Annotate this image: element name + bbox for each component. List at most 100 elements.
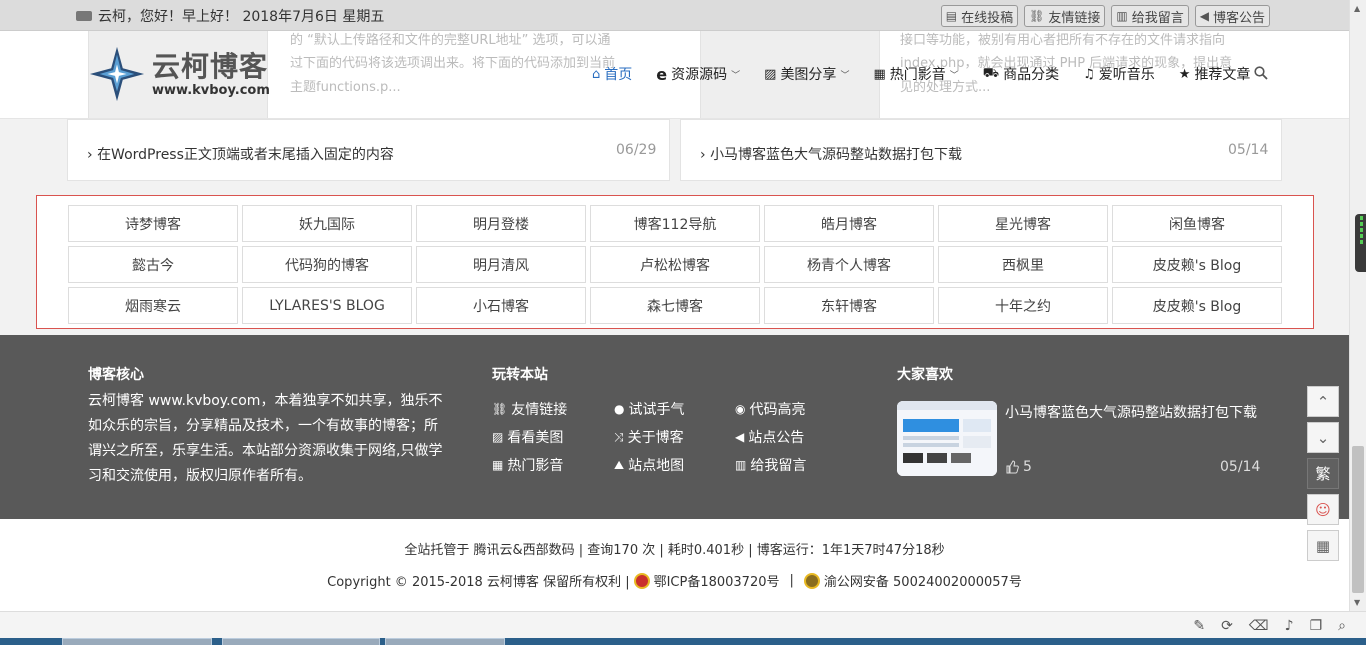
search-icon[interactable] (1254, 66, 1268, 80)
taskbar-button[interactable] (62, 638, 212, 645)
separator: | (789, 573, 794, 588)
footer-about-text: 云柯博客 www.kvboy.com，本着独享不如共享，独乐不如众乐的宗旨，分享… (88, 393, 443, 484)
top-link-friends[interactable]: ⛓ 友情链接 (1024, 5, 1106, 27)
footer-link-friends[interactable]: ⛓ 友情链接 (492, 399, 567, 419)
pin-icon[interactable]: ✎ (1193, 618, 1205, 634)
friend-link[interactable]: 博客112导航 (590, 205, 760, 242)
favorite-likes[interactable]: 5 (1005, 459, 1032, 475)
friend-link[interactable]: 代码狗的博客 (242, 246, 412, 283)
top-links: ▤ 在线投稿 ⛓ 友情链接 ▥ 给我留言 ◀ 博客公告 (940, 5, 1270, 27)
friend-link[interactable]: 诗梦博客 (68, 205, 238, 242)
footer-link-about[interactable]: ⤨ 关于博客 (614, 427, 684, 447)
nav-music[interactable]: ♫ 爱听音乐 (1071, 64, 1167, 84)
site-logo[interactable]: 云柯博客 www.kvboy.com (88, 45, 270, 103)
favorite-thumbnail[interactable] (897, 401, 997, 476)
chevron-down-icon: ﹀ (731, 70, 741, 81)
search-icon[interactable]: ⌕ (1338, 618, 1346, 634)
friend-link[interactable]: 十年之约 (938, 287, 1108, 324)
footer-link-label: 热门影音 (507, 458, 564, 474)
link-icon: ⛓ (492, 402, 508, 416)
post-title-link[interactable]: › 小马博客蓝色大气源码整站数据打包下载 (700, 144, 962, 164)
scroll-up-arrow-icon[interactable]: ▲ (1354, 4, 1360, 13)
post-title-link[interactable]: › 在WordPress正文顶端或者末尾插入固定的内容 (87, 144, 394, 164)
friend-link[interactable]: 烟雨寒云 (68, 287, 238, 324)
greeting: 云柯，您好！早上好！ 2018年7月6日 星期五 (76, 6, 384, 26)
favorite-title-link[interactable]: 小马博客蓝色大气源码整站数据打包下载 (1005, 402, 1257, 422)
friend-link[interactable]: 皮皮赖's Blog (1112, 246, 1282, 283)
floating-tools: ⌃ ⌄ 繁 ☺ ▦ (1307, 386, 1339, 561)
friend-link[interactable]: 懿古今 (68, 246, 238, 283)
icp-link[interactable]: 鄂ICP备18003720号 (654, 571, 780, 590)
footer-link-images[interactable]: ▨ 看看美图 (492, 427, 563, 447)
scroll-bottom-button[interactable]: ⌄ (1307, 422, 1339, 453)
footer-link-sitemap[interactable]: ⛰ 站点地图 (614, 455, 684, 475)
ghost-text: 主题functions.p... (290, 80, 401, 95)
footer-link-message[interactable]: ▥ 给我留言 (735, 455, 806, 475)
cart-icon: ⛟ (982, 65, 1000, 81)
friend-link[interactable]: 卢松松博客 (590, 246, 760, 283)
qr-code-button[interactable]: ▦ (1307, 530, 1339, 561)
thumbs-up-icon (1006, 460, 1019, 474)
scrollbar-thumb[interactable] (1352, 446, 1364, 593)
friend-link[interactable]: 森七博客 (590, 287, 760, 324)
nav-images[interactable]: ▨ 美图分享 ﹀ (752, 64, 861, 84)
footer-col-title: 玩转本站 (492, 367, 548, 383)
qq-button[interactable]: ☺ (1307, 494, 1339, 525)
nav-label: 爱听音乐 (1098, 67, 1155, 83)
nav-home[interactable]: ⌂ 首页 (580, 64, 644, 84)
nav-label: 首页 (604, 67, 633, 83)
taskbar-button[interactable] (222, 638, 380, 645)
friend-link[interactable]: 东轩博客 (764, 287, 934, 324)
top-link-submit[interactable]: ▤ 在线投稿 (940, 5, 1019, 27)
speed-widget[interactable] (1355, 214, 1366, 272)
speaker-icon: ◀ (1199, 9, 1209, 23)
friend-link[interactable]: 西枫里 (938, 246, 1108, 283)
logo-title: 云柯博客 (152, 49, 269, 83)
top-link-message[interactable]: ▥ 给我留言 (1111, 5, 1189, 27)
page-scrollbar[interactable]: ▲ ▼ (1349, 0, 1366, 611)
taskbar-button[interactable] (385, 638, 505, 645)
nav-recommended[interactable]: ★ 推荐文章 (1167, 64, 1263, 84)
volume-icon[interactable]: ♪ (1285, 618, 1294, 634)
post-card[interactable]: › 在WordPress正文顶端或者末尾插入固定的内容 06/29 (67, 119, 670, 181)
scroll-top-button[interactable]: ⌃ (1307, 386, 1339, 417)
footer-link-highlight[interactable]: ◉ 代码高亮 (735, 399, 805, 419)
status-tray: ✎ ⟳ ⌫ ♪ ❐ ⌕ (1193, 618, 1346, 634)
trash-icon[interactable]: ⌫ (1249, 618, 1269, 634)
image-icon: ▨ (492, 430, 504, 444)
footer-link-media[interactable]: ▦ 热门影音 (492, 455, 563, 475)
friend-link[interactable]: 皮皮赖's Blog (1112, 287, 1282, 324)
friend-link[interactable]: 小石博客 (416, 287, 586, 324)
footer-link-label: 试试手气 (628, 402, 685, 418)
friend-link[interactable]: 皓月博客 (764, 205, 934, 242)
friend-link[interactable]: 杨青个人博客 (764, 246, 934, 283)
post-card[interactable]: › 小马博客蓝色大气源码整站数据打包下载 05/14 (680, 119, 1282, 181)
window-icon[interactable]: ❐ (1310, 618, 1323, 634)
friend-link[interactable]: 星光博客 (938, 205, 1108, 242)
footer-link-lucky[interactable]: ● 试试手气 (614, 399, 684, 419)
scroll-down-arrow-icon[interactable]: ▼ (1354, 598, 1360, 607)
friend-link[interactable]: 明月登楼 (416, 205, 586, 242)
friend-link[interactable]: 明月清风 (416, 246, 586, 283)
friend-link[interactable]: LYLARES'S BLOG (242, 287, 412, 324)
qr-code-icon: ▦ (1315, 536, 1331, 555)
traditional-chinese-button[interactable]: 繁 (1307, 458, 1339, 489)
copyright-line: Copyright © 2015-2018 云柯博客 保留所有权利 | 鄂ICP… (0, 571, 1349, 590)
nav-media[interactable]: ▦ 热门影音 ﹀ (861, 64, 970, 84)
friend-link[interactable]: 闲鱼博客 (1112, 205, 1282, 242)
friend-links-panel: 诗梦博客 妖九国际 明月登楼 博客112导航 皓月博客 星光博客 闲鱼博客 懿古… (36, 195, 1314, 329)
friend-link[interactable]: 妖九国际 (242, 205, 412, 242)
police-record-link[interactable]: 渝公网安备 50024002000057号 (824, 571, 1022, 590)
top-link-notice[interactable]: ◀ 博客公告 (1194, 5, 1270, 27)
post-date: 05/14 (1228, 142, 1269, 158)
chevron-down-icon: ⌄ (1316, 428, 1330, 447)
refresh-icon[interactable]: ⟳ (1221, 618, 1233, 634)
main-nav: ⌂ 首页 e 资源源码 ﹀ ▨ 美图分享 ﹀ ▦ 热门影音 ﹀ ⛟ 商品分类 ♫ 爱听音乐 ★ 推荐… (580, 64, 1262, 84)
nav-resources[interactable]: e 资源源码 ﹀ (644, 64, 752, 84)
image-icon: ▨ (764, 66, 777, 82)
nav-products[interactable]: ⛟ 商品分类 (971, 64, 1071, 84)
footer-link-label: 看看美图 (507, 430, 564, 446)
footer-link-notice[interactable]: ◀ 站点公告 (735, 427, 804, 447)
traditional-label: 繁 (1315, 465, 1331, 483)
bomb-icon: ● (614, 402, 625, 416)
